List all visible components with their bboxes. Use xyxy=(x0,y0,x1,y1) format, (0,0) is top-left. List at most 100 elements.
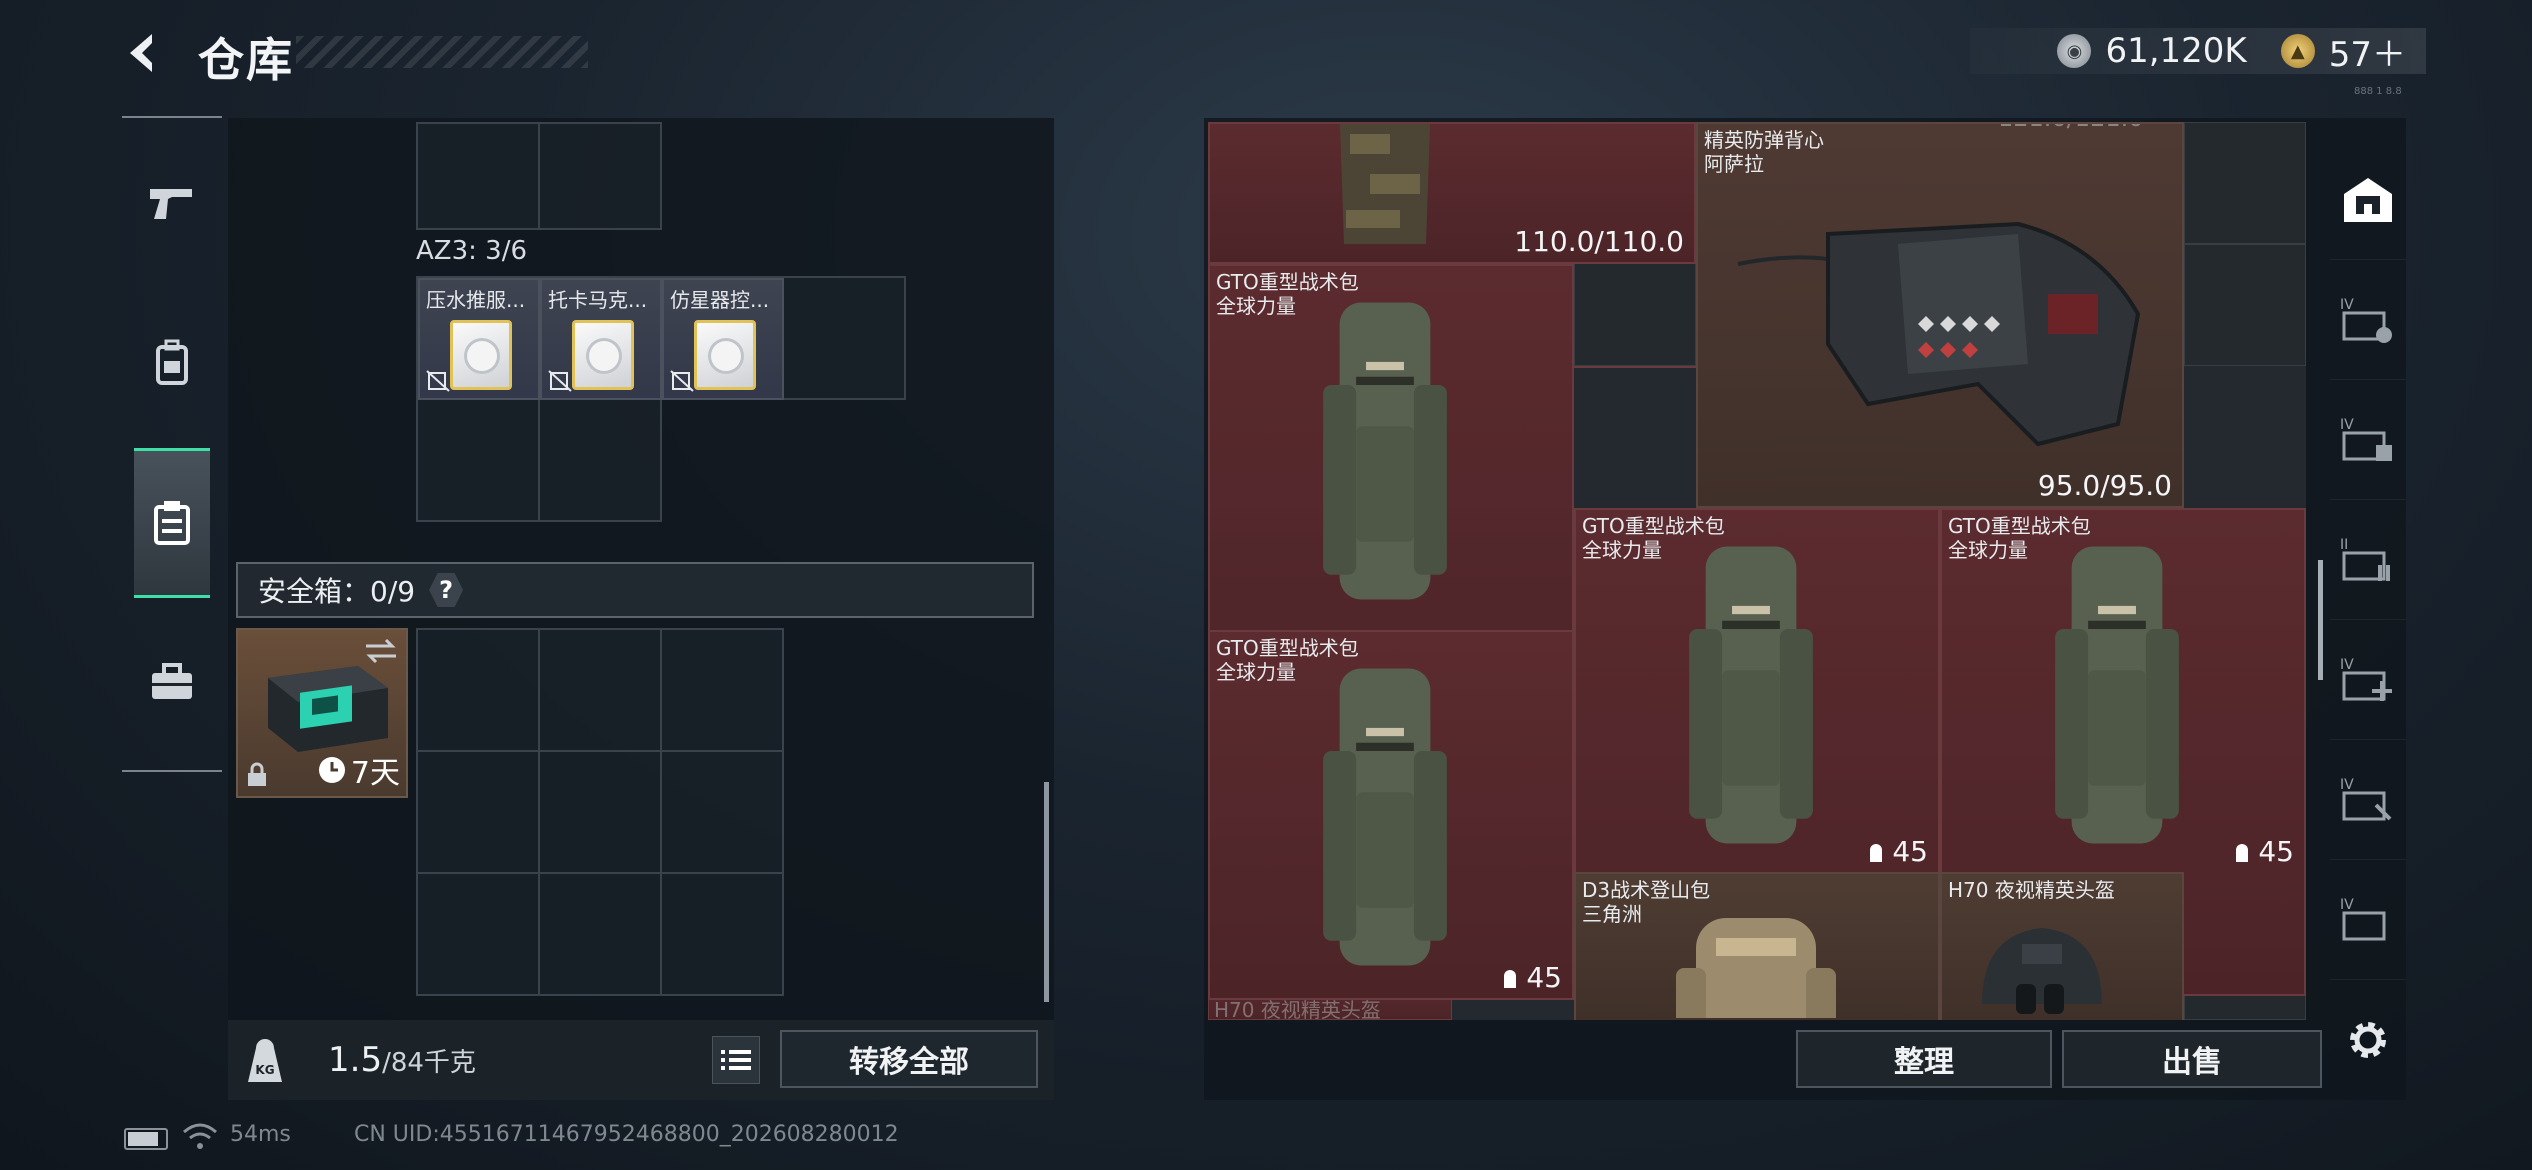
filter-home[interactable] xyxy=(2330,140,2406,260)
tab-weapon[interactable] xyxy=(134,128,210,278)
currency-bar: ◉ 61,120K ▲ 57＋ xyxy=(1970,27,2426,76)
uid-text: CN UID:4551671146795246880​0_20260828001… xyxy=(354,1122,899,1147)
item-name: H70 夜视精英头盔 xyxy=(1948,878,2115,902)
stack-count: 45 xyxy=(1866,835,1928,868)
svg-text:IV: IV xyxy=(2340,417,2354,433)
item-name-line2: 全球力量 xyxy=(1582,538,1662,562)
ping-text: 54ms xyxy=(230,1122,291,1147)
count-value: 45 xyxy=(1892,835,1928,868)
category-tabs xyxy=(122,116,222,772)
battery-icon xyxy=(124,1128,168,1150)
count-value: 45 xyxy=(2258,835,2294,868)
svg-text:IV: IV xyxy=(2340,297,2354,313)
svg-text:KG: KG xyxy=(255,1063,274,1077)
left-scrollbar[interactable] xyxy=(1044,782,1049,1002)
filter-misc[interactable]: IV xyxy=(2330,860,2406,980)
duration-text: 7天 xyxy=(350,756,400,791)
title-decoration xyxy=(296,36,588,68)
gear-icon xyxy=(2350,1022,2386,1058)
az3-grid-row2[interactable] xyxy=(416,398,662,522)
az3-capacity-label: AZ3: 3/6 xyxy=(416,236,528,266)
elite-vest-item[interactable]: 精英防弹背心阿萨拉 121.0/121.0 95.0/95.0 xyxy=(1696,122,2184,508)
item-name-line1: 精英防弹背心 xyxy=(1704,128,1824,152)
filter-column: IV IV II IV IV IV xyxy=(2330,140,2406,1000)
grid-cell[interactable] xyxy=(1574,366,1696,368)
backpack-icon xyxy=(2055,546,2179,844)
briefcase-icon xyxy=(152,663,192,699)
container-item[interactable]: 托卡马克... xyxy=(540,278,662,400)
item-name: 托卡马克... xyxy=(548,288,648,312)
weight-max: /84千克 xyxy=(382,1048,476,1078)
tier4-misc-icon: IV xyxy=(2340,897,2386,940)
gold-coin-icon: ▲ xyxy=(2280,34,2315,68)
list-view-button[interactable] xyxy=(712,1036,760,1084)
ammo-icon xyxy=(2236,843,2249,862)
vest-icon xyxy=(1737,221,2141,447)
sell-button[interactable]: 出售 xyxy=(2062,1030,2322,1088)
svg-text:IV: IV xyxy=(2340,897,2354,913)
back-arrow-icon xyxy=(130,34,152,72)
right-scrollbar[interactable] xyxy=(2318,560,2323,680)
grid-cell[interactable] xyxy=(2184,122,2306,244)
filter-armor[interactable]: IV xyxy=(2330,380,2406,500)
tier4-helmet-icon: IV xyxy=(2340,297,2392,343)
backpack-icon xyxy=(1676,918,1836,1018)
warehouse-grid[interactable]: 110.0/110.0 精英防弹背心阿萨拉 121.0/121.0 95.0/9… xyxy=(1208,122,2306,1020)
grid-cell[interactable] xyxy=(2184,244,2306,366)
no-insure-icon xyxy=(426,370,450,392)
list-icon xyxy=(721,1050,751,1070)
safe-box-item[interactable]: 7天 xyxy=(236,628,408,798)
filter-helmet[interactable]: IV xyxy=(2330,260,2406,380)
pistol-icon xyxy=(150,189,192,219)
svg-text:IV: IV xyxy=(2340,777,2354,793)
item-name-line2: 三角洲 xyxy=(1582,902,1642,926)
duration-badge: 7天 xyxy=(317,748,400,792)
backpack-icon xyxy=(1323,302,1447,600)
durability-text: 110.0/110.0 xyxy=(1514,225,1684,258)
camo-item[interactable]: 110.0/110.0 xyxy=(1208,122,1696,264)
camo-gear-icon xyxy=(1340,124,1430,244)
item-name: 压水推服... xyxy=(426,288,526,312)
ammo-icon xyxy=(1870,843,1883,862)
filter-rig[interactable]: II xyxy=(2330,500,2406,620)
filter-medical[interactable]: IV xyxy=(2330,620,2406,740)
tab-chest-rig[interactable] xyxy=(134,448,210,598)
weight-kg-icon: KG xyxy=(248,1039,282,1082)
back-button[interactable] xyxy=(118,28,168,78)
version-text: 888 1 8.8 xyxy=(2354,86,2402,97)
tab-backpack[interactable] xyxy=(134,288,210,438)
filter-tool[interactable]: IV xyxy=(2330,740,2406,860)
gto-backpack-item[interactable]: GTO重型战术包全球力量 45 xyxy=(1208,630,1574,1000)
wifi-icon xyxy=(183,1123,217,1149)
helmet-icon xyxy=(1982,928,2102,1014)
tab-toolbox[interactable] xyxy=(134,608,210,758)
clock-icon xyxy=(318,757,345,783)
sort-button[interactable]: 整理 xyxy=(1796,1030,2052,1088)
safe-box-grid[interactable] xyxy=(416,628,784,996)
gold-currency-value[interactable]: 57＋ xyxy=(2329,27,2406,76)
container-item[interactable]: 压水推服... xyxy=(418,278,540,400)
d3-backpack-item[interactable]: D3战术登山包 三角洲 xyxy=(1574,872,1940,1020)
h70-helmet-item[interactable]: H70 夜视精英头盔 xyxy=(1940,872,2184,1020)
transfer-all-button[interactable]: 转移全部 xyxy=(780,1030,1038,1088)
item-name-line2: 全球力量 xyxy=(1216,660,1296,684)
svg-text:II: II xyxy=(2340,537,2348,553)
container-item[interactable]: 仿星器控... xyxy=(662,278,784,400)
silver-currency-value: 61,120K xyxy=(2105,31,2247,71)
keycard-icon xyxy=(572,320,634,390)
keycard-icon xyxy=(450,320,512,390)
safe-box-header: 安全箱：0/9 ? xyxy=(236,562,1034,618)
help-button[interactable]: ? xyxy=(429,573,464,607)
tier4-medical-icon: IV xyxy=(2340,657,2392,701)
backpack-icon xyxy=(1689,546,1813,844)
upper-storage-grid[interactable] xyxy=(416,122,662,230)
backpack-icon xyxy=(156,339,188,385)
swap-icon[interactable] xyxy=(364,636,398,666)
safe-box-label: 安全箱：0/9 xyxy=(258,575,416,608)
silver-coin-icon: ◉ xyxy=(2057,34,2092,68)
item-name: 仿星器控... xyxy=(670,288,770,312)
ammo-icon xyxy=(1504,969,1517,988)
settings-button[interactable] xyxy=(2338,1010,2398,1070)
tier4-tool-icon: IV xyxy=(2340,777,2392,820)
durability-text: 95.0/95.0 xyxy=(2037,469,2172,502)
